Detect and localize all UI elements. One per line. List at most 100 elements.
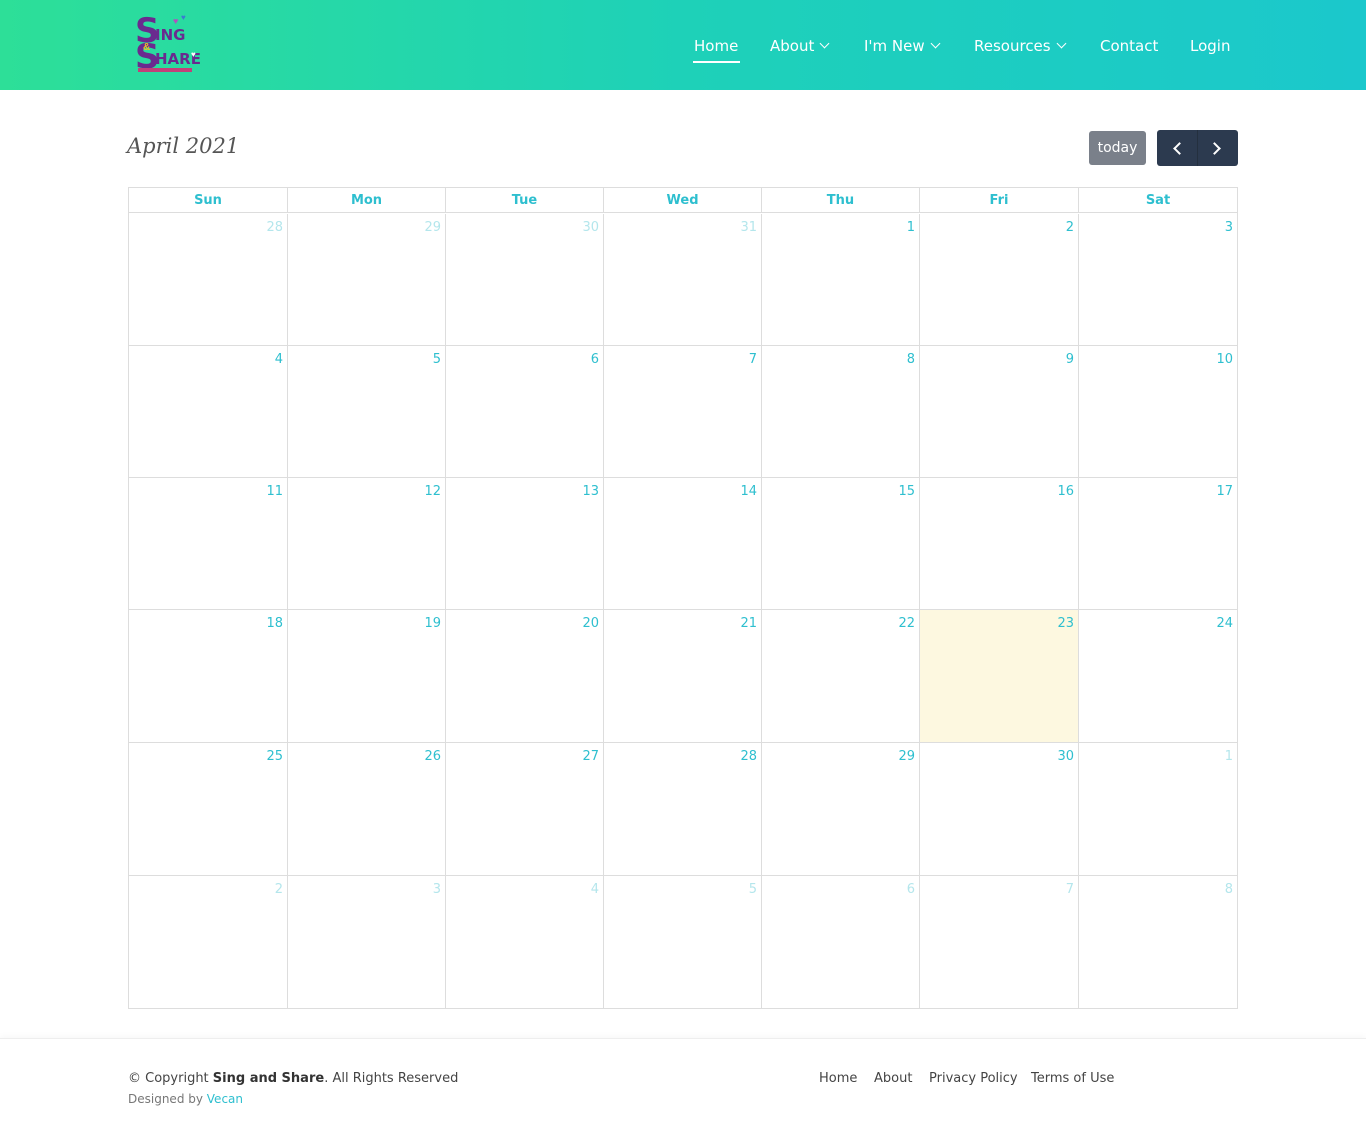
nav-item-login[interactable]: Login xyxy=(1190,34,1230,58)
day-number[interactable]: 6 xyxy=(591,352,599,367)
calendar-day-cell[interactable]: 8 xyxy=(762,346,920,477)
day-number[interactable]: 3 xyxy=(1225,220,1233,235)
day-number[interactable]: 14 xyxy=(740,484,757,499)
calendar-day-cell[interactable]: 14 xyxy=(604,478,762,609)
day-number[interactable]: 31 xyxy=(740,220,757,235)
day-number[interactable]: 21 xyxy=(740,616,757,631)
calendar-day-cell[interactable]: 22 xyxy=(762,610,920,742)
calendar-day-cell[interactable]: 1 xyxy=(762,214,920,345)
day-number[interactable]: 4 xyxy=(275,352,283,367)
calendar-grid: Sun Mon Tue Wed Thu Fri Sat 28 29 30 31 1 2 3 4 5 6 7 8 9 1… xyxy=(128,187,1238,1009)
calendar-day-cell[interactable]: 3 xyxy=(1079,214,1237,345)
calendar-day-cell[interactable]: 12 xyxy=(288,478,446,609)
calendar-day-cell[interactable]: 2 xyxy=(920,214,1079,345)
calendar-day-cell[interactable]: 16 xyxy=(920,478,1079,609)
day-number[interactable]: 5 xyxy=(433,352,441,367)
calendar-day-cell[interactable]: 4 xyxy=(129,346,288,477)
calendar-day-cell[interactable]: 6 xyxy=(446,346,604,477)
calendar-day-cell[interactable]: 30 xyxy=(446,214,604,345)
calendar-day-cell[interactable]: 10 xyxy=(1079,346,1237,477)
nav-item-about[interactable]: About xyxy=(770,34,830,58)
day-number[interactable]: 5 xyxy=(749,882,757,897)
calendar-day-cell[interactable]: 2 xyxy=(129,876,288,1009)
nav-item-home[interactable]: Home xyxy=(692,34,741,63)
day-number[interactable]: 2 xyxy=(275,882,283,897)
day-number[interactable]: 23 xyxy=(1057,616,1074,631)
day-number[interactable]: 13 xyxy=(582,484,599,499)
calendar-day-cell[interactable]: 8 xyxy=(1079,876,1237,1009)
calendar-day-cell[interactable]: 6 xyxy=(762,876,920,1009)
day-number[interactable]: 29 xyxy=(424,220,441,235)
calendar-day-cell[interactable]: 7 xyxy=(604,346,762,477)
calendar-day-cell[interactable]: 17 xyxy=(1079,478,1237,609)
day-number[interactable]: 7 xyxy=(1066,882,1074,897)
day-number[interactable]: 1 xyxy=(907,220,915,235)
day-number[interactable]: 20 xyxy=(582,616,599,631)
calendar-day-cell[interactable]: 26 xyxy=(288,743,446,875)
today-button[interactable]: today xyxy=(1089,131,1146,165)
calendar-day-cell[interactable]: 20 xyxy=(446,610,604,742)
calendar-day-cell[interactable]: 5 xyxy=(604,876,762,1009)
day-number[interactable]: 9 xyxy=(1066,352,1074,367)
calendar-day-cell[interactable]: 9 xyxy=(920,346,1079,477)
day-number[interactable]: 17 xyxy=(1216,484,1233,499)
footer-link-about[interactable]: About xyxy=(874,1071,912,1086)
day-number[interactable]: 24 xyxy=(1216,616,1233,631)
calendar-day-cell[interactable]: 13 xyxy=(446,478,604,609)
day-number[interactable]: 3 xyxy=(433,882,441,897)
day-number[interactable]: 1 xyxy=(1225,749,1233,764)
calendar-day-cell[interactable]: 27 xyxy=(446,743,604,875)
calendar-day-cell[interactable]: 11 xyxy=(129,478,288,609)
day-number[interactable]: 30 xyxy=(1057,749,1074,764)
calendar-day-cell[interactable]: 21 xyxy=(604,610,762,742)
day-number[interactable]: 2 xyxy=(1066,220,1074,235)
day-number[interactable]: 4 xyxy=(591,882,599,897)
calendar-day-cell[interactable]: 25 xyxy=(129,743,288,875)
day-number[interactable]: 10 xyxy=(1216,352,1233,367)
calendar-day-cell[interactable]: 28 xyxy=(129,214,288,345)
day-number[interactable]: 25 xyxy=(266,749,283,764)
day-number[interactable]: 19 xyxy=(424,616,441,631)
day-number[interactable]: 28 xyxy=(266,220,283,235)
day-number[interactable]: 8 xyxy=(1225,882,1233,897)
day-number[interactable]: 6 xyxy=(907,882,915,897)
calendar-day-cell[interactable]: 4 xyxy=(446,876,604,1009)
footer-link-privacy[interactable]: Privacy Policy xyxy=(929,1071,1018,1086)
prev-month-button[interactable] xyxy=(1157,130,1197,166)
calendar-day-cell[interactable]: 29 xyxy=(762,743,920,875)
calendar-day-cell[interactable]: 15 xyxy=(762,478,920,609)
site-logo[interactable]: S ING S HARE & ♥ ♥ ♥ xyxy=(133,12,203,78)
day-number[interactable]: 26 xyxy=(424,749,441,764)
calendar-day-cell[interactable]: 31 xyxy=(604,214,762,345)
day-number[interactable]: 18 xyxy=(266,616,283,631)
designer-link[interactable]: Vecan xyxy=(207,1092,243,1106)
calendar-day-cell[interactable]: 23 xyxy=(920,610,1079,742)
footer-link-home[interactable]: Home xyxy=(819,1071,857,1086)
calendar-day-cell[interactable]: 30 xyxy=(920,743,1079,875)
calendar-day-cell[interactable]: 19 xyxy=(288,610,446,742)
day-number[interactable]: 8 xyxy=(907,352,915,367)
day-number[interactable]: 15 xyxy=(898,484,915,499)
day-number[interactable]: 22 xyxy=(898,616,915,631)
calendar-day-cell[interactable]: 28 xyxy=(604,743,762,875)
day-number[interactable]: 30 xyxy=(582,220,599,235)
nav-item-contact[interactable]: Contact xyxy=(1100,34,1158,58)
calendar-day-cell[interactable]: 7 xyxy=(920,876,1079,1009)
day-number[interactable]: 7 xyxy=(749,352,757,367)
nav-item-im-new[interactable]: I'm New xyxy=(864,34,941,58)
next-month-button[interactable] xyxy=(1198,130,1238,166)
calendar-day-cell[interactable]: 1 xyxy=(1079,743,1237,875)
calendar-day-cell[interactable]: 29 xyxy=(288,214,446,345)
day-number[interactable]: 12 xyxy=(424,484,441,499)
day-number[interactable]: 28 xyxy=(740,749,757,764)
day-number[interactable]: 11 xyxy=(266,484,283,499)
calendar-day-cell[interactable]: 5 xyxy=(288,346,446,477)
calendar-day-cell[interactable]: 3 xyxy=(288,876,446,1009)
calendar-day-cell[interactable]: 24 xyxy=(1079,610,1237,742)
footer-link-terms[interactable]: Terms of Use xyxy=(1031,1071,1114,1086)
nav-item-resources[interactable]: Resources xyxy=(974,34,1067,58)
day-number[interactable]: 29 xyxy=(898,749,915,764)
calendar-day-cell[interactable]: 18 xyxy=(129,610,288,742)
day-number[interactable]: 27 xyxy=(582,749,599,764)
day-number[interactable]: 16 xyxy=(1057,484,1074,499)
